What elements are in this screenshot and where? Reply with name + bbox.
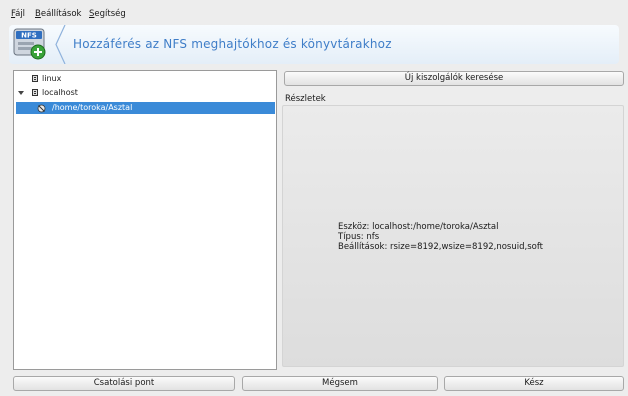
detail-options: Beállítások: rsize=8192,wsize=8192,nosui…	[338, 242, 544, 252]
done-button[interactable]: Kész	[444, 376, 624, 391]
menu-help[interactable]: Segítség	[89, 9, 126, 19]
server-icon	[32, 75, 38, 82]
page-title: Hozzáférés az NFS meghajtókhoz és könyvt…	[73, 37, 392, 51]
search-servers-button[interactable]: Új kiszolgálók keresése	[284, 71, 624, 86]
details-panel	[282, 105, 624, 367]
tree-item-localhost[interactable]: localhost	[14, 87, 276, 99]
cancel-button[interactable]: Mégsem	[242, 376, 438, 391]
banner-separator-icon	[55, 25, 66, 64]
tree-item-label: /home/toroka/Asztal	[52, 103, 133, 112]
menu-bar: Fájl Beállítások Segítség	[0, 0, 628, 22]
menu-settings[interactable]: Beállítások	[35, 9, 81, 19]
menu-file-label: ájl	[15, 9, 26, 19]
expand-arrow-icon[interactable]	[18, 91, 24, 95]
server-icon	[32, 89, 38, 96]
menu-settings-label: eállítások	[40, 9, 82, 19]
tree-item-asztal[interactable]: /home/toroka/Asztal	[16, 102, 275, 114]
header-banner: NFS Hozzáférés az NFS meghajtókhoz és kö…	[9, 25, 619, 64]
mount-point-button[interactable]: Csatolási pont	[13, 376, 235, 391]
tree-item-linux[interactable]: linux	[14, 73, 276, 85]
menu-file[interactable]: Fájl	[11, 9, 25, 19]
tree-item-label: localhost	[42, 88, 78, 97]
nfs-icon-text: NFS	[21, 32, 37, 40]
menu-help-label: egítség	[94, 9, 126, 19]
folder-share-icon	[37, 104, 46, 113]
server-tree[interactable]: linux localhost /home/toroka/Asztal	[13, 70, 277, 370]
details-heading: Részletek	[285, 94, 326, 104]
tree-item-label: linux	[42, 74, 62, 83]
nfs-mount-icon: NFS	[13, 28, 46, 60]
